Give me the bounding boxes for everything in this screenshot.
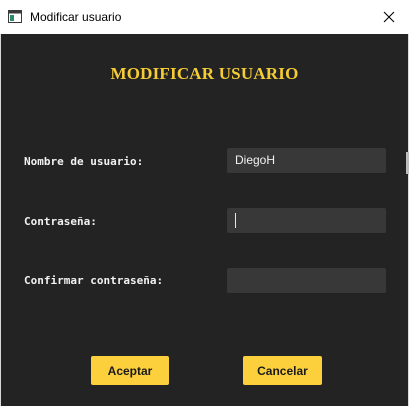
confirm-password-field[interactable]	[227, 268, 386, 293]
close-icon	[383, 11, 395, 23]
cancel-button[interactable]: Cancelar	[243, 356, 322, 385]
password-field[interactable]	[227, 208, 386, 233]
username-label: Nombre de usuario:	[24, 155, 144, 168]
password-label: Contraseña:	[24, 215, 97, 228]
window-app-icon	[8, 10, 22, 23]
username-field[interactable]: DiegoH	[227, 148, 386, 173]
text-caret	[235, 213, 236, 228]
confirm-password-label: Confirmar contraseña:	[24, 274, 164, 287]
form-heading: MODIFICAR USUARIO	[110, 64, 299, 83]
edge-handle	[406, 152, 409, 174]
dialog-content: MODIFICAR USUARIO Nombre de usuario: Die…	[0, 34, 409, 406]
close-button[interactable]	[367, 0, 411, 34]
accept-button[interactable]: Aceptar	[91, 356, 169, 385]
dialog-window: Modificar usuario MODIFICAR USUARIO Nomb…	[0, 0, 411, 406]
window-title: Modificar usuario	[30, 10, 122, 24]
title-bar: Modificar usuario	[0, 0, 411, 34]
